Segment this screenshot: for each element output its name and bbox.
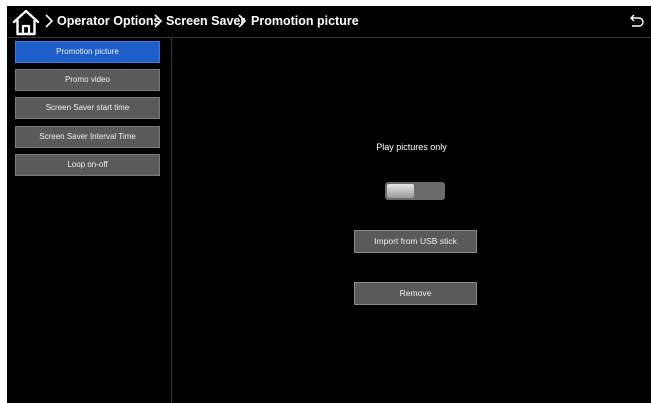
play-pictures-only-toggle[interactable]	[385, 182, 445, 200]
chevron-right-icon	[154, 14, 163, 28]
back-arrow-icon[interactable]	[629, 13, 645, 29]
sidebar-item-loop-on-off[interactable]: Loop on-off	[15, 154, 160, 176]
screen: Operator Options Screen Saver Promotion …	[7, 6, 651, 403]
remove-button[interactable]: Remove	[354, 282, 477, 305]
sidebar-item-promotion-picture[interactable]: Promotion picture	[15, 41, 160, 63]
sidebar-item-screen-saver-interval-time[interactable]: Screen Saver Interval Time	[15, 126, 160, 148]
chevron-right-icon	[45, 14, 54, 28]
breadcrumb-screen-saver[interactable]: Screen Saver	[166, 14, 245, 28]
breadcrumb-operator-options[interactable]: Operator Options	[57, 14, 160, 28]
chevron-right-icon	[238, 14, 247, 28]
sidebar-item-screen-saver-start-time[interactable]: Screen Saver start time	[15, 97, 160, 119]
home-icon[interactable]	[11, 8, 41, 36]
main-panel: Play pictures only Import from USB stick…	[172, 38, 651, 403]
sidebar-item-promo-video[interactable]: Promo video	[15, 69, 160, 91]
sidebar: Promotion picture Promo video Screen Sav…	[7, 38, 172, 403]
breadcrumb-promotion-picture: Promotion picture	[251, 14, 359, 28]
toggle-knob[interactable]	[387, 184, 414, 198]
header-bar: Operator Options Screen Saver Promotion …	[7, 6, 651, 38]
mode-label: Play pictures only	[376, 142, 447, 152]
import-from-usb-button[interactable]: Import from USB stick	[354, 230, 477, 253]
